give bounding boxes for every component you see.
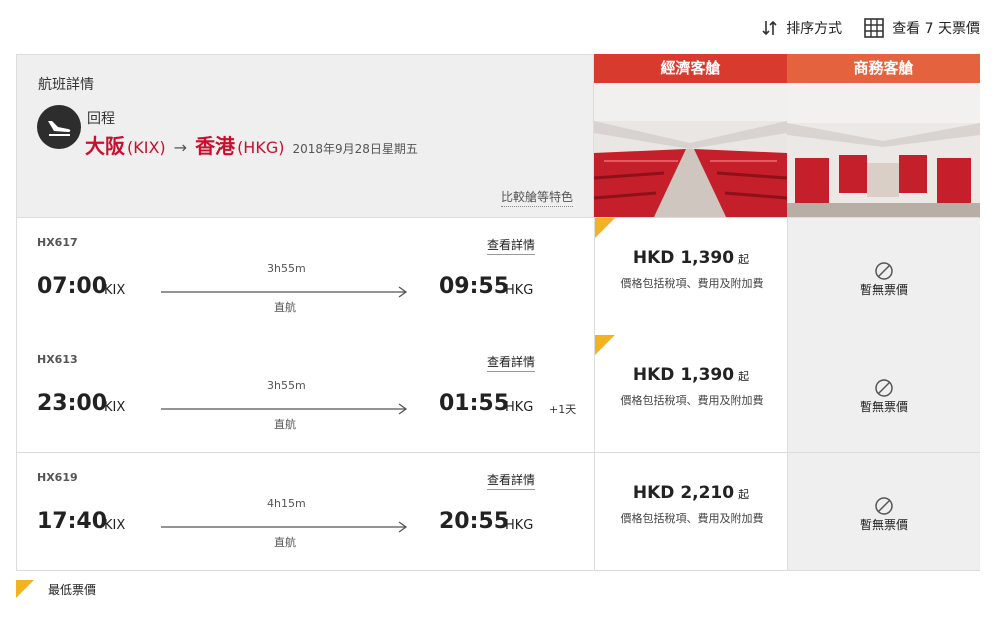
no-fare-label: 暫無票價: [859, 518, 908, 532]
business-fare-cell: 暫無票價: [787, 335, 980, 452]
business-cabin-image: [787, 83, 980, 217]
departure-airport: KIX: [104, 283, 126, 298]
flight-duration: 3h55m: [267, 379, 306, 392]
business-fare-cell: 暫無票價: [787, 218, 980, 335]
origin-city: 大阪: [85, 134, 125, 158]
departure-time: 07:00: [37, 274, 108, 299]
view-details-link[interactable]: 查看詳情: [487, 236, 536, 255]
arrival-airport: HKG: [505, 283, 534, 298]
flight-number: HX619: [37, 471, 78, 484]
sort-icon: [762, 19, 778, 37]
lowest-fare-legend-label: 最低票價: [48, 582, 97, 597]
flight-details-header: 航班詳情 回程 大阪 (KIX) → 香港 (HKG) 2018年9月28日星期…: [16, 54, 594, 217]
business-fare-cell: 暫無票價: [787, 453, 980, 570]
arrow-right-icon: →: [173, 138, 188, 157]
flight-path-arrow-icon: [161, 521, 408, 533]
origin-code: (KIX): [127, 138, 166, 157]
flight-number: HX613: [37, 353, 78, 366]
flight-row[interactable]: HX619 查看詳情 17:40 KIX 4h15m 直航 20:55 HKG …: [16, 453, 980, 571]
fare-note: 價格包括稅項、費用及附加費: [620, 394, 764, 407]
no-fare-label: 暫無票價: [859, 400, 908, 414]
flight-number: HX617: [37, 236, 78, 249]
no-fare-icon: [875, 262, 893, 280]
flight-info: HX619 查看詳情 17:40 KIX 4h15m 直航 20:55 HKG: [17, 453, 594, 570]
route: 大阪 (KIX) → 香港 (HKG) 2018年9月28日星期五: [85, 130, 418, 159]
no-fare-icon: [875, 379, 893, 397]
flight-info: HX617 查看詳情 07:00 KIX 3h55m 直航 09:55 HKG: [17, 218, 594, 335]
trip-type-label: 回程: [87, 111, 115, 127]
view-details-link[interactable]: 查看詳情: [487, 471, 536, 490]
fare-price: HKD 2,210 起: [595, 483, 787, 503]
arrival-airport: HKG: [505, 518, 534, 533]
flight-info: HX613 查看詳情 23:00 KIX 3h55m 直航 01:55 HKG …: [17, 335, 594, 452]
flight-results-panel: 航班詳情 回程 大阪 (KIX) → 香港 (HKG) 2018年9月28日星期…: [16, 54, 980, 571]
lowest-fare-legend-marker: [16, 580, 34, 598]
section-title: 航班詳情: [38, 77, 94, 93]
fare-price: HKD 1,390 起: [595, 365, 787, 385]
arrival-time: 01:55: [439, 391, 510, 416]
economy-fare-cell[interactable]: HKD 1,390 起 價格包括稅項、費用及附加費: [594, 335, 787, 452]
arrival-airport: HKG: [505, 400, 534, 415]
fare-price: HKD 1,390 起: [595, 248, 787, 268]
stops-label: 直航: [274, 301, 296, 314]
fare-note: 價格包括稅項、費用及附加費: [620, 277, 764, 290]
arrival-time: 09:55: [439, 274, 510, 299]
flight-duration: 3h55m: [267, 262, 306, 275]
economy-fare-cell[interactable]: HKD 1,390 起 價格包括稅項、費用及附加費: [594, 218, 787, 335]
flight-path-arrow-icon: [161, 286, 408, 298]
no-fare-icon: [875, 497, 893, 515]
flight-row[interactable]: HX617 查看詳情 07:00 KIX 3h55m 直航 09:55 HKG …: [16, 217, 980, 335]
economy-cabin-header[interactable]: 經濟客艙: [594, 54, 787, 83]
lowest-fare-marker: [595, 335, 615, 355]
sort-button[interactable]: 排序方式: [762, 18, 842, 38]
arrival-time: 20:55: [439, 509, 510, 534]
sort-label: 排序方式: [786, 21, 843, 37]
stops-label: 直航: [274, 536, 296, 549]
view-7-days-label: 查看 7 天票價: [892, 21, 980, 37]
plane-landing-icon: [37, 105, 81, 149]
economy-fare-cell[interactable]: HKD 2,210 起 價格包括稅項、費用及附加費: [594, 453, 787, 570]
calendar-grid-icon: [864, 18, 884, 38]
fare-amount: HKD 2,210: [632, 483, 735, 503]
legend: 最低票價: [16, 580, 96, 598]
departure-time: 23:00: [37, 391, 108, 416]
fare-amount: HKD 1,390: [632, 248, 735, 268]
no-fare-label: 暫無票價: [859, 283, 908, 297]
toolbar: 排序方式 查看 7 天票價: [762, 18, 980, 38]
fare-from: 起: [738, 370, 750, 383]
destination-code: (HKG): [237, 138, 285, 157]
fare-note: 價格包括稅項、費用及附加費: [620, 512, 764, 525]
view-7-days-button[interactable]: 查看 7 天票價: [864, 18, 980, 38]
travel-date: 2018年9月28日星期五: [292, 142, 418, 156]
business-cabin-header[interactable]: 商務客艙: [787, 54, 980, 83]
departure-airport: KIX: [104, 518, 126, 533]
fare-amount: HKD 1,390: [632, 365, 735, 385]
compare-cabins-link[interactable]: 比較艙等特色: [500, 188, 573, 207]
lowest-fare-marker: [595, 218, 615, 238]
departure-time: 17:40: [37, 509, 108, 534]
flight-path-arrow-icon: [161, 403, 408, 415]
economy-cabin-column[interactable]: 經濟客艙: [594, 54, 787, 217]
economy-cabin-image: [594, 83, 787, 217]
fare-from: 起: [738, 488, 750, 501]
flight-duration: 4h15m: [267, 497, 306, 510]
next-day-indicator: +1天: [549, 403, 577, 416]
stops-label: 直航: [274, 418, 296, 431]
flight-row[interactable]: HX613 查看詳情 23:00 KIX 3h55m 直航 01:55 HKG …: [16, 335, 980, 453]
fare-from: 起: [738, 253, 750, 266]
destination-city: 香港: [195, 134, 236, 158]
view-details-link[interactable]: 查看詳情: [487, 353, 536, 372]
departure-airport: KIX: [104, 400, 126, 415]
business-cabin-column[interactable]: 商務客艙: [787, 54, 980, 217]
